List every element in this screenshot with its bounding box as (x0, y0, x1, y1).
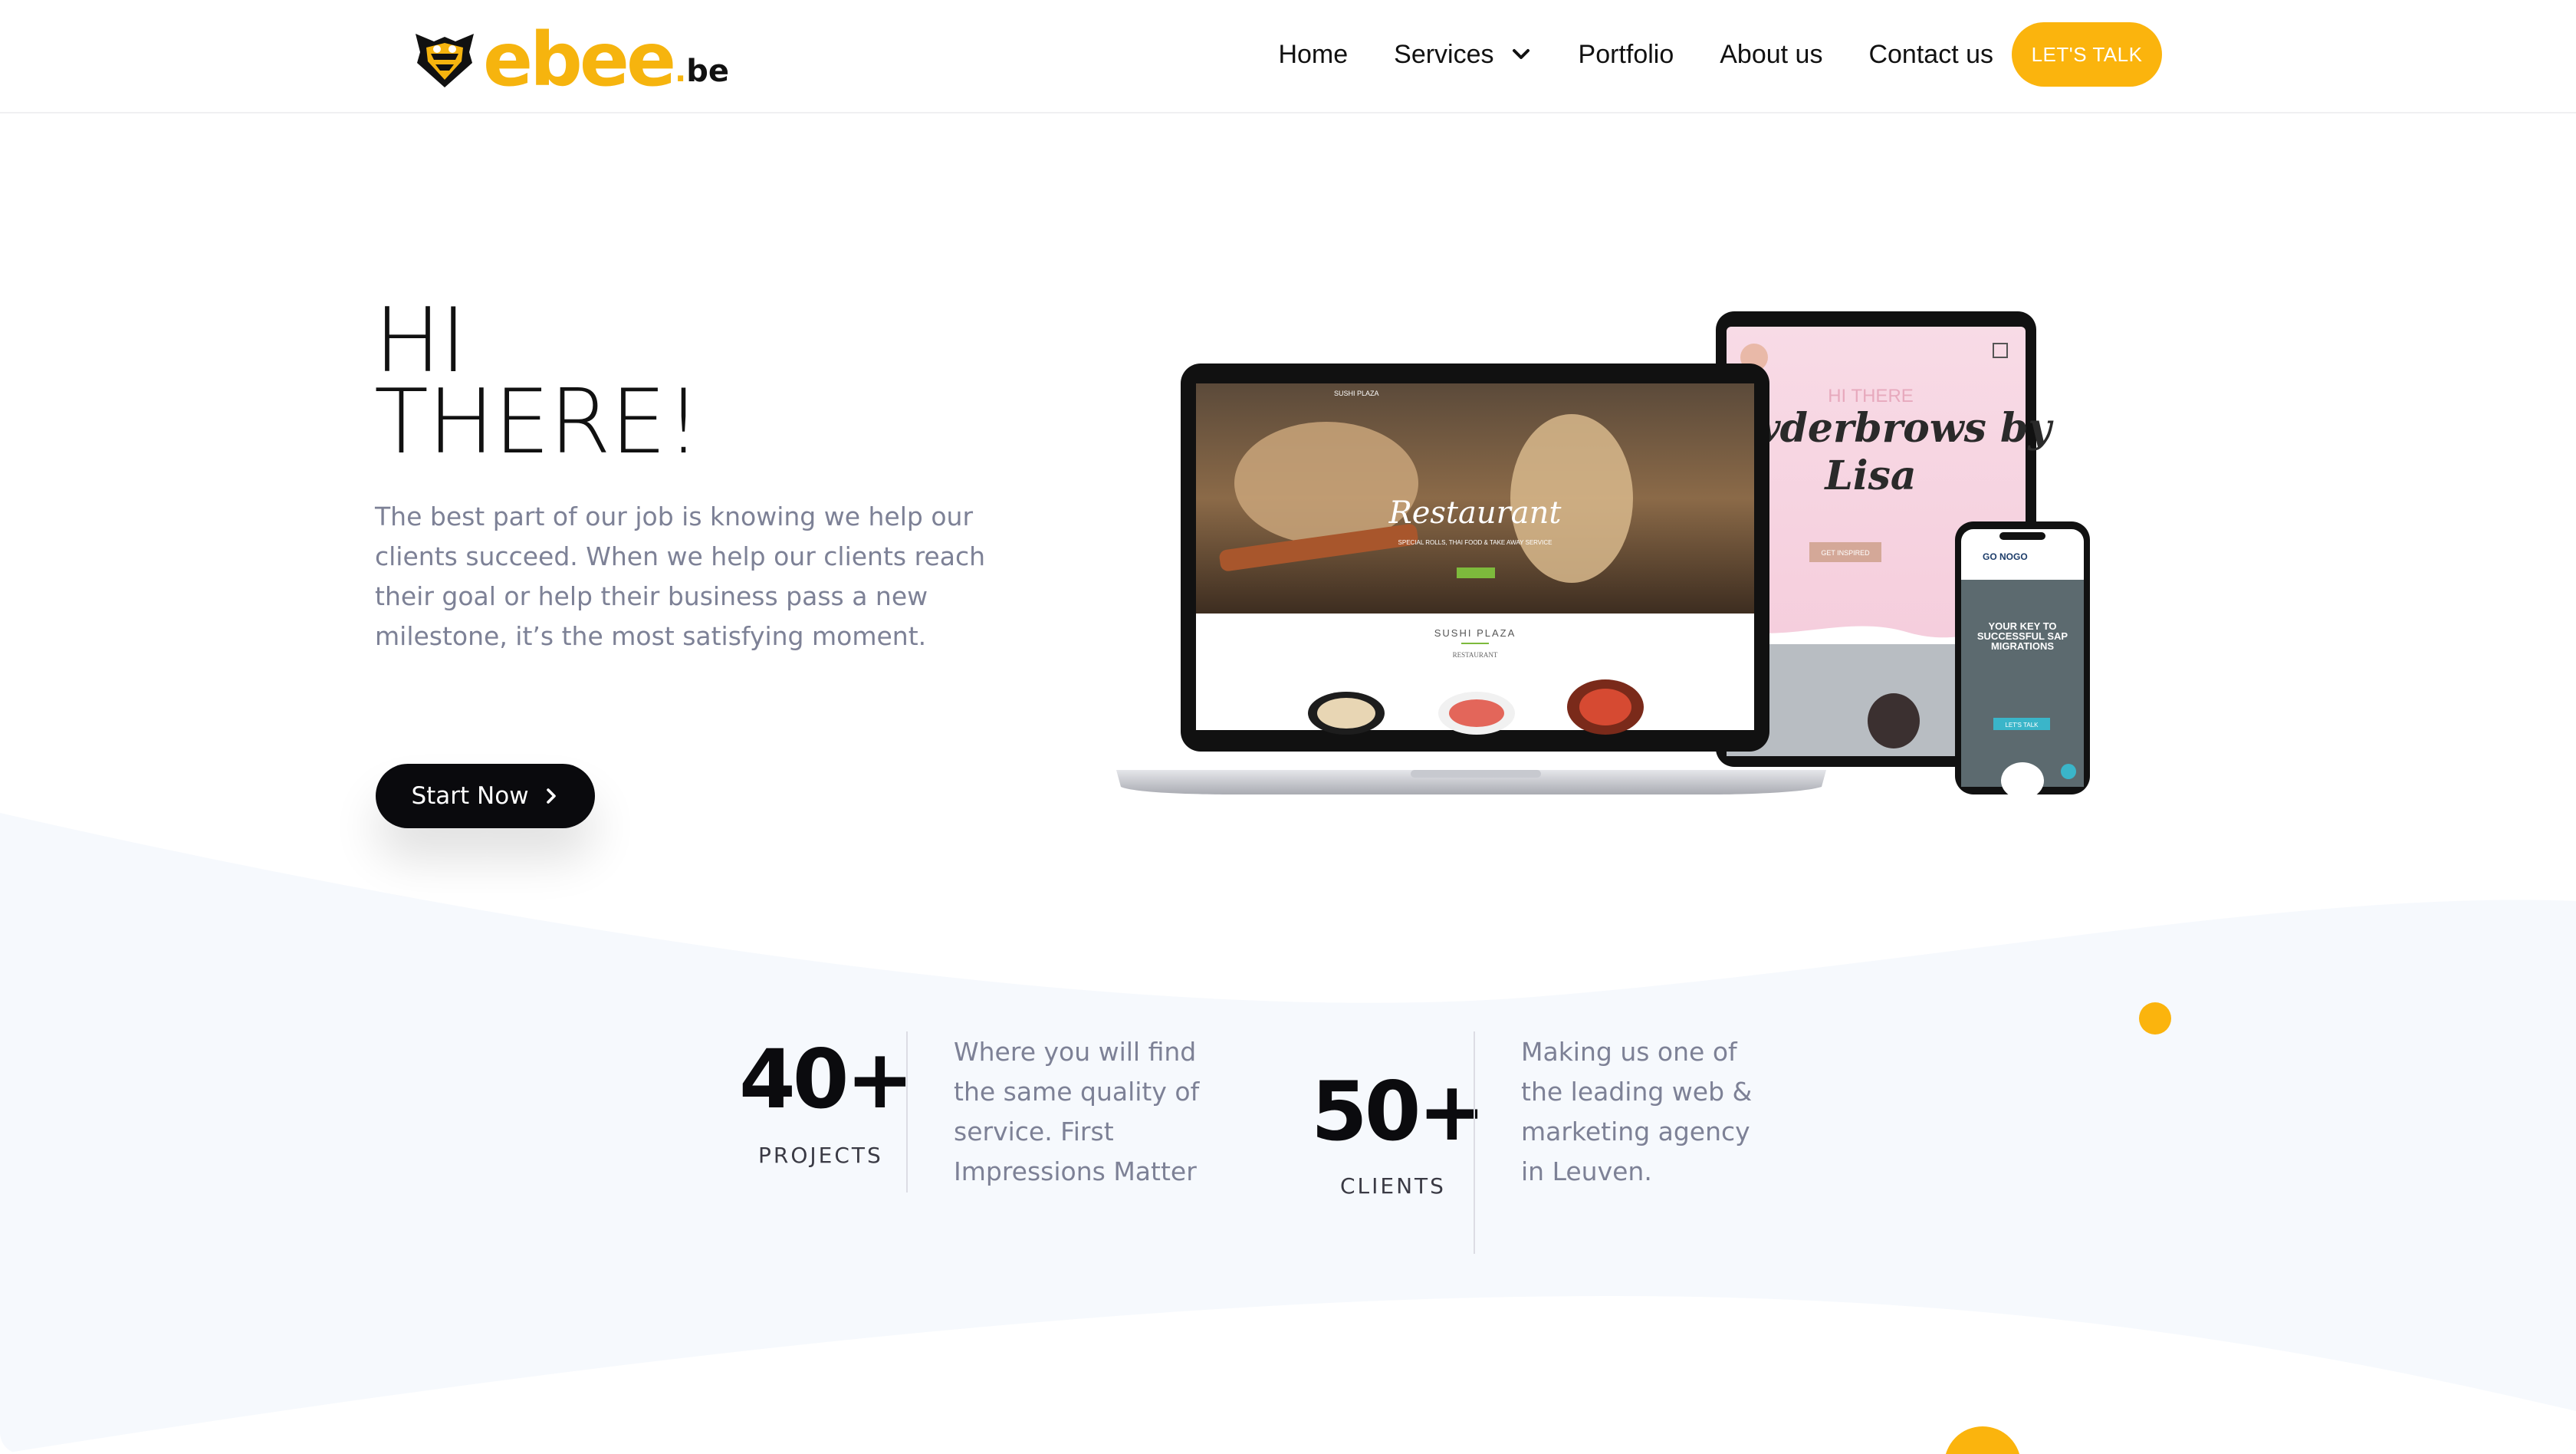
stat-divider (1474, 1031, 1475, 1254)
hero-title: HI THERE! (374, 297, 702, 467)
phone-brand: GO NOGO (1983, 551, 2028, 562)
tablet-kicker: HI THERE (1828, 386, 1914, 406)
laptop-hero-script: Restaurant (1388, 495, 1562, 531)
stat-clients-description: Making us one of the leading web & marke… (1521, 1037, 1753, 1186)
stat-clients-label: CLIENTS (1340, 1173, 1446, 1199)
laptop-mockup: SUSHI PLAZA Restaurant SPECIAL ROLLS, TH… (1116, 364, 1826, 794)
hero-description: The best part of our job is knowing we h… (375, 502, 986, 651)
nav-item-contact[interactable]: Contact us (1868, 40, 1993, 70)
tablet-button: GET INSPIRED (1821, 549, 1870, 557)
start-now-button[interactable]: Start Now (376, 764, 595, 828)
tablet-headline-2: Lisa (1823, 452, 1916, 499)
laptop-section-sub: RESTAURANT (1453, 651, 1498, 659)
bee-icon (416, 34, 474, 87)
stat-projects-value: 40+ (739, 1032, 914, 1127)
start-now-label: Start Now (411, 782, 529, 810)
phone-headline: YOUR KEY TO SUCCESSFUL SAP MIGRATIONS (1976, 621, 2068, 652)
stat-projects-label: PROJECTS (758, 1143, 883, 1168)
logo-wordmark: ebee (483, 17, 676, 103)
stat-clients-value: 50+ (1311, 1064, 1486, 1159)
decorative-dot (2139, 1002, 2171, 1035)
logo-tld: .be (675, 54, 730, 89)
logo[interactable]: ebee .be (411, 17, 730, 103)
laptop-section-title: SUSHI PLAZA (1434, 627, 1516, 639)
hero-title-line2: THERE! (374, 370, 702, 474)
chevron-right-icon (546, 788, 556, 804)
main-nav: Home Services Portfolio About us Contact… (1278, 0, 1993, 109)
nav-item-home[interactable]: Home (1278, 40, 1348, 70)
stat-divider (906, 1031, 908, 1192)
device-mockups: HI THERE Powderbrows by Lisa GET INSPIRE… (1116, 311, 2090, 799)
nav-item-portfolio[interactable]: Portfolio (1579, 40, 1674, 70)
stat-projects-description: Where you will find the same quality of … (954, 1037, 1200, 1186)
phone-button: LET'S TALK (2005, 722, 2039, 729)
background-wave (0, 813, 2576, 1454)
nav-item-about[interactable]: About us (1720, 40, 1822, 70)
lets-talk-button[interactable]: LET'S TALK (2012, 22, 2162, 87)
nav-item-services[interactable]: Services (1394, 40, 1532, 70)
device-showcase: HI THERE Powderbrows by Lisa GET INSPIRE… (1112, 307, 2101, 805)
chevron-down-icon (1512, 49, 1530, 59)
phone-mockup: GO NOGO YOUR KEY TO SUCCESSFUL SAP MIGRA… (1955, 521, 2090, 799)
laptop-brand: SUSHI PLAZA (1334, 390, 1379, 397)
page: ebee .be Home Services Portfolio About u… (0, 0, 2576, 1454)
laptop-tagline: SPECIAL ROLLS, THAI FOOD & TAKE AWAY SER… (1398, 539, 1552, 546)
site-header: ebee .be Home Services Portfolio About u… (0, 0, 2576, 113)
